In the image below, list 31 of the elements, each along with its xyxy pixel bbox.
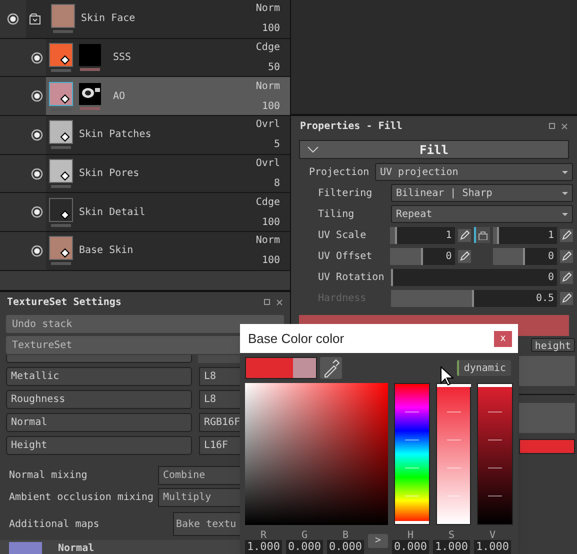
slider-value: 1 (446, 228, 452, 242)
channel-label: B (342, 529, 349, 540)
map-name: Normal (58, 542, 94, 554)
slider-value: 0 (446, 250, 452, 264)
channel-label: S (448, 529, 455, 540)
slider-value: 0 (548, 270, 554, 284)
layer-name: Skin Patches (79, 128, 152, 142)
section-title: Fill (420, 142, 448, 158)
layer-name: AO (113, 90, 126, 104)
slider-value: 0.5 (536, 292, 554, 306)
field-label: Additional maps (9, 518, 100, 532)
layer-name: SSS (113, 51, 132, 66)
field-label: Ambient occlusion mixing (9, 490, 154, 504)
channel-label: G (301, 529, 308, 540)
layer-name: Skin Detail (79, 206, 146, 220)
layer-name: Skin Face (81, 12, 136, 26)
field-label: Projection (309, 166, 370, 180)
layer-name: Base Skin (79, 244, 134, 258)
field-label: UV Rotation (318, 270, 386, 284)
panel-title: TextureSet Settings (7, 296, 122, 310)
layer-name: Skin Pores (79, 167, 140, 182)
slider-value: 0 (548, 250, 554, 264)
field-label: UV Offset (318, 250, 374, 264)
slider-value: 1 (548, 228, 554, 242)
field-label: Filtering (318, 186, 374, 200)
channel-label: H (407, 529, 414, 540)
panel-title: Properties - Fill (300, 120, 402, 134)
field-label: Tiling (318, 208, 356, 222)
field-label: Normal mixing (9, 468, 88, 482)
field-label: UV Scale (318, 228, 368, 242)
channel-label: V (489, 529, 496, 540)
